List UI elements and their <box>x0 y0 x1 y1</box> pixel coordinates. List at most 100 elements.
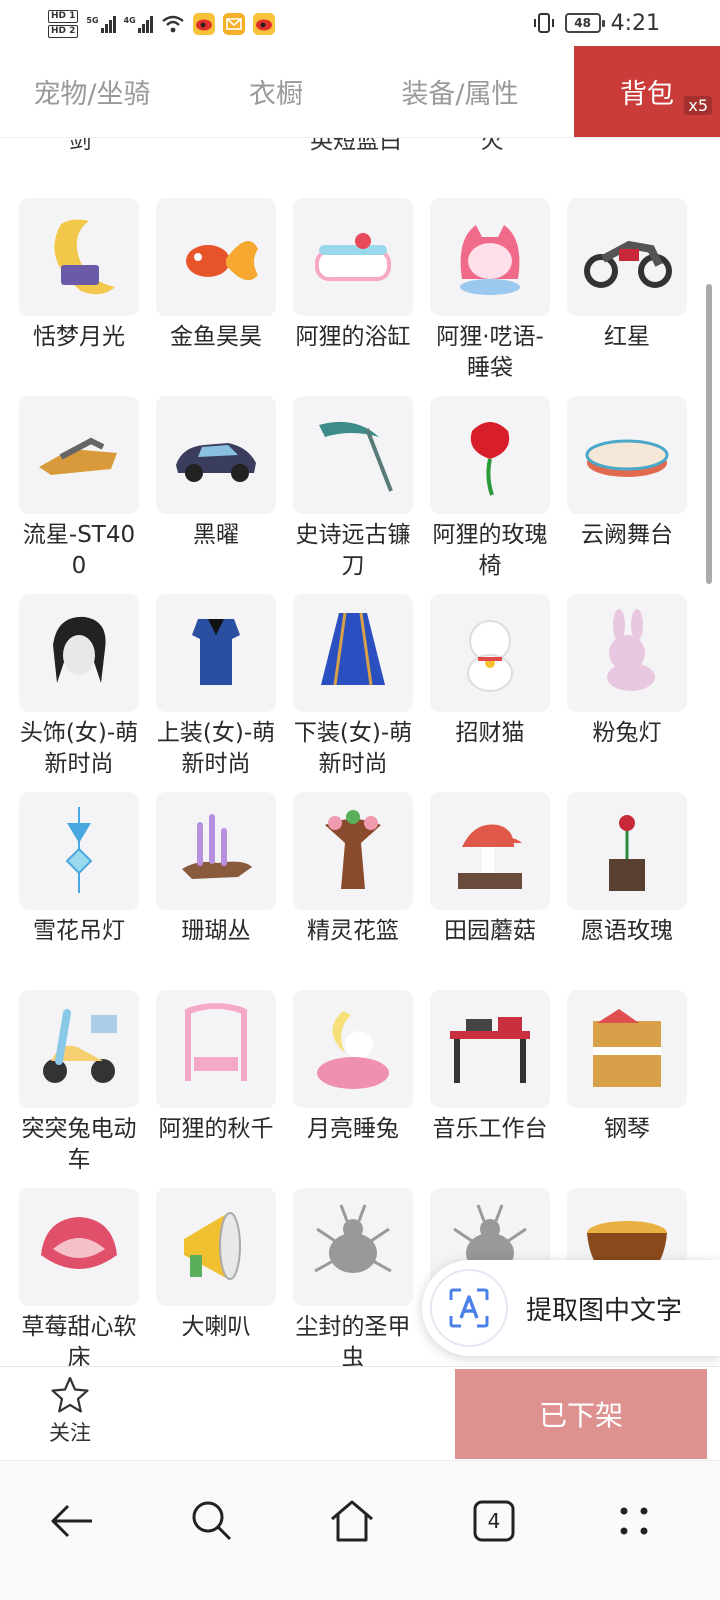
follow-button[interactable]: 关注 <box>30 1375 110 1451</box>
item-name: 金鱼昊昊 <box>170 324 262 350</box>
flower-basket-icon <box>325 810 381 889</box>
search-button[interactable] <box>182 1491 242 1551</box>
item-name: 大喇叭 <box>181 1314 251 1340</box>
item-thumbnail <box>293 198 413 316</box>
item-name: 恬梦月光 <box>33 324 125 350</box>
item-card[interactable]: 月亮睡兔 <box>293 990 413 1188</box>
motorcycle-icon <box>584 240 672 288</box>
off-shelf-button[interactable]: 已下架 <box>455 1369 707 1459</box>
tabs-button[interactable]: 4 <box>464 1491 524 1551</box>
item-thumbnail <box>156 396 276 514</box>
item-name: 头饰(女)-萌新时尚 <box>19 720 139 777</box>
system-nav-bar: 4 <box>0 1460 720 1600</box>
item-card[interactable]: 草莓甜心软床 <box>19 1188 139 1368</box>
stage-icon <box>585 439 669 477</box>
item-card[interactable]: 大喇叭 <box>156 1188 276 1368</box>
tab-backpack[interactable]: 背包 x5 <box>574 46 720 137</box>
item-thumbnail <box>19 198 139 316</box>
item-card[interactable]: 突突兔电动车 <box>19 990 139 1188</box>
search-icon <box>192 1501 232 1541</box>
music-desk-icon <box>450 1017 530 1083</box>
battery-icon: 48 <box>564 13 605 33</box>
item-card[interactable]: 招财猫 <box>430 594 550 792</box>
home-icon <box>331 1500 373 1542</box>
scythe-icon <box>319 421 393 492</box>
item-card[interactable]: 田园蘑菇 <box>430 792 550 990</box>
mail-icon <box>222 13 245 35</box>
item-thumbnail <box>430 198 550 316</box>
tab-label: 装备/属性 <box>401 79 519 110</box>
rose-box-icon <box>609 815 645 891</box>
bunny-lamp-icon <box>607 609 655 691</box>
item-thumbnail <box>19 594 139 712</box>
item-card[interactable]: 阿狸的玫瑰椅 <box>430 396 550 594</box>
item-card[interactable]: 阿狸·呓语-睡袋 <box>430 198 550 396</box>
tab-wardrobe[interactable]: 衣橱 <box>184 46 368 137</box>
item-card[interactable]: 音乐工作台 <box>430 990 550 1188</box>
item-thumbnail <box>293 396 413 514</box>
item-name: 史诗远古镰刀 <box>295 522 411 579</box>
item-thumbnail <box>19 792 139 910</box>
moon-icon <box>54 219 115 295</box>
item-card[interactable]: 尘封的圣甲虫 <box>293 1188 413 1368</box>
item-thumbnail <box>567 990 687 1108</box>
item-thumbnail <box>156 198 276 316</box>
item-name: 黑曜 <box>193 522 239 548</box>
snowflake-lamp-icon <box>65 807 93 893</box>
car-icon <box>176 443 256 482</box>
item-card[interactable]: 愿语玫瑰 <box>567 792 687 990</box>
follow-label: 关注 <box>49 1421 91 1445</box>
tab-pets-mounts[interactable]: 宠物/坐骑 <box>0 46 184 137</box>
item-name: 阿狸的玫瑰椅 <box>432 522 548 579</box>
item-card[interactable]: 粉兔灯 <box>567 594 687 792</box>
rose-chair-icon <box>470 422 510 496</box>
item-card[interactable]: 雪花吊灯 <box>19 792 139 990</box>
item-thumbnail <box>293 1188 413 1306</box>
item-name: 精灵花篮 <box>307 918 399 944</box>
home-button[interactable] <box>322 1491 382 1551</box>
item-card[interactable]: 史诗远古镰刀 <box>293 396 413 594</box>
item-card[interactable]: 阿狸的浴缸 <box>293 198 413 396</box>
item-thumbnail <box>156 594 276 712</box>
goldfish-icon <box>186 241 258 281</box>
extract-text-button[interactable]: 提取图中文字 <box>422 1260 720 1356</box>
status-bar: HD 1 HD 2 5G 4G 48 4:21 <box>0 0 720 46</box>
text-scan-icon <box>430 1269 508 1347</box>
item-card[interactable]: 红星 <box>567 198 687 396</box>
item-name: 粉兔灯 <box>592 720 662 746</box>
item-name: 阿狸·呓语-睡袋 <box>436 324 544 381</box>
action-bar: 关注 已下架 <box>0 1366 720 1459</box>
item-name: 月亮睡兔 <box>307 1116 399 1142</box>
tab-label: 背包 <box>620 79 674 110</box>
scrollbar[interactable] <box>706 284 712 584</box>
signal-4g-icon: 4G <box>124 15 153 33</box>
item-card[interactable]: 珊瑚丛 <box>156 792 276 990</box>
extract-text-label: 提取图中文字 <box>526 1295 683 1326</box>
item-name: 突突兔电动车 <box>21 1116 137 1173</box>
item-thumbnail <box>430 792 550 910</box>
item-card[interactable]: 上装(女)-萌新时尚 <box>156 594 276 792</box>
item-card[interactable]: 头饰(女)-萌新时尚 <box>19 594 139 792</box>
item-card[interactable]: 精灵花篮 <box>293 792 413 990</box>
scooter-icon <box>43 1009 117 1083</box>
item-name: 愿语玫瑰 <box>581 918 673 944</box>
item-card[interactable]: 钢琴 <box>567 990 687 1188</box>
item-thumbnail <box>567 792 687 910</box>
item-card[interactable]: 流星-ST400 <box>19 396 139 594</box>
battery-level: 48 <box>574 16 591 30</box>
item-card[interactable]: 云阙舞台 <box>567 396 687 594</box>
item-card[interactable]: 恬梦月光 <box>19 198 139 396</box>
item-grid-scroll[interactable]: 剑 英短蓝白 火 恬梦月光 金鱼昊昊 阿狸的浴缸 阿狸·呓语-睡袋 红星 流星-ST400… <box>0 138 720 1368</box>
item-thumbnail <box>430 396 550 514</box>
item-card[interactable]: 黑曜 <box>156 396 276 594</box>
tab-equipment[interactable]: 装备/属性 <box>368 46 552 137</box>
item-card[interactable]: 下装(女)-萌新时尚 <box>293 594 413 792</box>
item-name: 音乐工作台 <box>432 1116 548 1142</box>
item-card[interactable]: 金鱼昊昊 <box>156 198 276 396</box>
item-name: 田园蘑菇 <box>444 918 536 944</box>
back-button[interactable] <box>42 1491 102 1551</box>
menu-button[interactable] <box>604 1491 664 1551</box>
item-card[interactable]: 阿狸的秋千 <box>156 990 276 1188</box>
item-thumbnail <box>567 198 687 316</box>
hair-icon <box>53 616 106 683</box>
